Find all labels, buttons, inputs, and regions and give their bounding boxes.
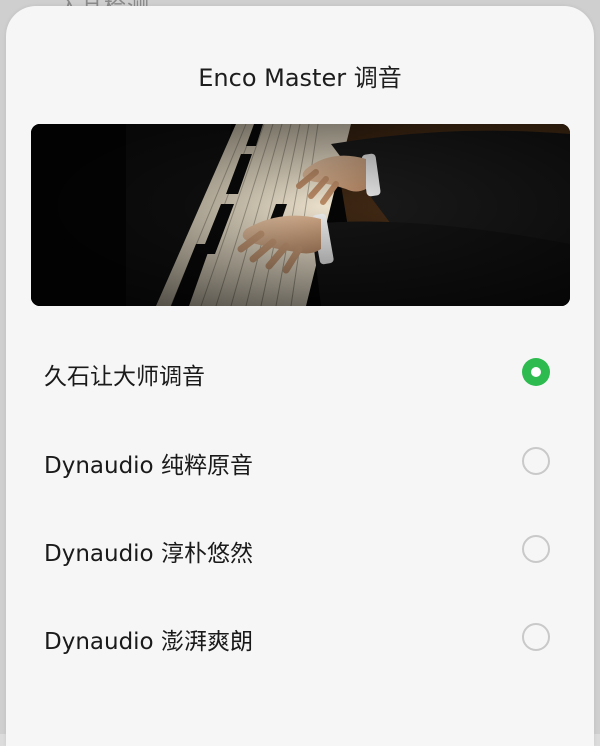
option-label: Dynaudio 纯粹原音 bbox=[44, 453, 253, 479]
option-label: Dynaudio 淳朴悠然 bbox=[44, 541, 253, 567]
hero-image bbox=[31, 124, 570, 306]
radio-selected-icon[interactable] bbox=[522, 358, 550, 386]
option-label: Dynaudio 澎湃爽朗 bbox=[44, 629, 253, 655]
radio-unselected-icon[interactable] bbox=[522, 535, 550, 563]
option-dynaudio-powerful[interactable]: Dynaudio 澎湃爽朗 bbox=[0, 602, 600, 678]
piano-illustration bbox=[31, 124, 570, 306]
option-dynaudio-pure[interactable]: Dynaudio 纯粹原音 bbox=[0, 426, 600, 502]
option-dynaudio-simple[interactable]: Dynaudio 淳朴悠然 bbox=[0, 514, 600, 590]
radio-unselected-icon[interactable] bbox=[522, 623, 550, 651]
dialog-title: Enco Master 调音 bbox=[198, 64, 402, 92]
option-joe-hisaishi[interactable]: 久石让大师调音 bbox=[0, 337, 600, 413]
option-label: 久石让大师调音 bbox=[44, 364, 205, 390]
radio-unselected-icon[interactable] bbox=[522, 447, 550, 475]
